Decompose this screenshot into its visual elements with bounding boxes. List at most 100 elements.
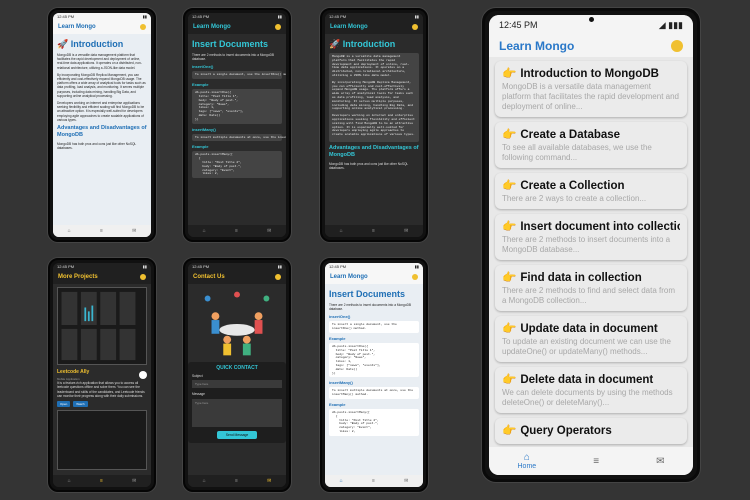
status-time: 12:45 PM bbox=[499, 20, 538, 30]
topic-card-description: We can delete documents by using the met… bbox=[502, 388, 673, 407]
topic-title-text: Insert document into collection bbox=[520, 221, 680, 233]
bottom-nav: ⌂ Home ≡ ✉ bbox=[489, 447, 693, 475]
insert-intro: There are 2 methods to insert documents … bbox=[329, 303, 412, 312]
app-bar: Learn Mongo bbox=[188, 20, 286, 34]
mail-icon: ✉ bbox=[656, 455, 665, 467]
contact-form: QUICK CONTACT Subject Type here Message … bbox=[188, 362, 286, 443]
moon-icon[interactable] bbox=[140, 274, 146, 280]
phone-projects-dark: 12:45 PM ▮▮ More Projects Leetcode Ally M… bbox=[48, 258, 156, 492]
home-icon[interactable]: ⌂ bbox=[68, 478, 71, 484]
topic-card[interactable]: 👉 Query Operators bbox=[495, 418, 687, 444]
example-label: Example bbox=[192, 82, 209, 88]
topic-card[interactable]: 👉 Introduction to MongoDB MongoDB is a ver… bbox=[495, 61, 687, 117]
moon-icon[interactable] bbox=[412, 24, 418, 30]
moon-icon[interactable] bbox=[275, 24, 281, 30]
database-icon[interactable]: ≡ bbox=[235, 478, 238, 484]
app-bar: Learn Mongo bbox=[53, 20, 151, 34]
projects-content: Leetcode Ally Mobile Application It is a… bbox=[53, 284, 151, 475]
database-icon[interactable]: ≡ bbox=[235, 228, 238, 234]
topic-card-description: There are 2 methods to find and select d… bbox=[502, 286, 675, 305]
status-bar: 12:45 PM ▮▮ bbox=[325, 263, 423, 270]
pointing-hand-icon: 👉 bbox=[502, 129, 517, 141]
home-icon[interactable]: ⌂ bbox=[203, 478, 206, 484]
phone-insert-light: 12:45 PM ▮▮ Learn Mongo Insert Documents … bbox=[320, 258, 428, 492]
signal-wifi-battery-icon: ◢ ▮▮▮ bbox=[658, 19, 683, 30]
message-input[interactable]: Type here bbox=[192, 398, 282, 427]
phone-contact-dark: 12:45 PM ▮▮ Contact Us QUICK CONTACT Subj bbox=[183, 258, 291, 492]
app-bar: Contact Us bbox=[188, 270, 286, 284]
database-icon: ≡ bbox=[593, 455, 600, 467]
intro-content: 🚀 Introduction MongoDB is a versatile da… bbox=[53, 34, 151, 225]
phone-home-large: 12:45 PM ◢ ▮▮▮ Learn Mongo 👉 Introduction… bbox=[482, 8, 700, 482]
home-icon[interactable]: ⌂ bbox=[68, 228, 71, 234]
intro-heading: 🚀 Introduction bbox=[57, 39, 147, 50]
watch-button[interactable]: Watch bbox=[73, 401, 88, 408]
insert-content: Insert Documents There are 2 methods to … bbox=[325, 284, 423, 475]
mail-icon[interactable]: ✉ bbox=[404, 478, 408, 484]
nav-projects[interactable]: ≡ bbox=[593, 456, 599, 467]
mail-icon[interactable]: ✉ bbox=[404, 228, 408, 234]
mail-icon[interactable]: ✉ bbox=[267, 228, 271, 234]
topic-card-title: 👉 Insert document into collection bbox=[502, 219, 680, 235]
app-title: Learn Mongo bbox=[330, 24, 368, 30]
insertmany-code: db.posts.insertMany([ { title: "Post Tit… bbox=[192, 151, 282, 179]
intro-paragraph-3: Developers working on internet and enter… bbox=[57, 101, 145, 122]
home-icon[interactable]: ⌂ bbox=[340, 228, 343, 234]
moon-icon[interactable] bbox=[412, 274, 418, 280]
insertone-code: db.posts.insertOne({ title: "Post Title … bbox=[329, 343, 419, 378]
send-message-button[interactable]: Send Message bbox=[217, 430, 257, 439]
project-description: It is a feature-rich application that al… bbox=[57, 381, 145, 398]
topic-title-text: Update data in document bbox=[520, 323, 658, 335]
database-icon[interactable]: ≡ bbox=[100, 478, 103, 484]
nav-contact[interactable]: ✉ bbox=[656, 456, 664, 467]
topic-card[interactable]: 👉 Create a Collection There are 2 ways to … bbox=[495, 173, 687, 209]
topic-card-description: There are 2 ways to create a collection.… bbox=[502, 194, 647, 203]
intro-heading: 🚀 Introduction bbox=[329, 39, 419, 50]
topic-card[interactable]: 👉 Create a Database To see all available d… bbox=[495, 122, 687, 168]
moon-icon[interactable] bbox=[671, 40, 683, 52]
app-bar: Learn Mongo bbox=[325, 270, 423, 284]
intro-paragraph-1: MongoDB is a versatile data management p… bbox=[57, 53, 142, 70]
example-label: Example bbox=[329, 336, 346, 341]
app-title: Learn Mongo bbox=[193, 24, 231, 30]
database-icon[interactable]: ≡ bbox=[372, 478, 375, 484]
subject-input[interactable]: Type here bbox=[192, 380, 282, 389]
project-screenshot-2[interactable] bbox=[57, 410, 147, 471]
topic-card[interactable]: 👉 Find data in collection There are 2 meth… bbox=[495, 265, 687, 311]
home-icon[interactable]: ⌂ bbox=[340, 478, 343, 484]
team-illustration-icon bbox=[204, 291, 270, 356]
contact-content: QUICK CONTACT Subject Type here Message … bbox=[188, 284, 286, 475]
mail-icon[interactable]: ✉ bbox=[267, 478, 271, 484]
insertone-heading: insertOne() bbox=[192, 64, 214, 70]
form-title: QUICK CONTACT bbox=[216, 365, 258, 371]
bottom-nav: ⌂ ≡ ✉ bbox=[188, 225, 286, 237]
insert-heading: Insert Documents bbox=[192, 39, 269, 49]
database-icon[interactable]: ≡ bbox=[372, 228, 375, 234]
topic-card[interactable]: 👉 Insert document into collection There ar… bbox=[495, 214, 687, 260]
moon-icon[interactable] bbox=[275, 274, 281, 280]
phone-introduction-light: 12:45 PM ▮▮ Learn Mongo 🚀 Introduction Mo… bbox=[48, 8, 156, 242]
project-screenshot[interactable] bbox=[57, 287, 147, 365]
mail-icon[interactable]: ✉ bbox=[132, 228, 136, 234]
moon-icon[interactable] bbox=[140, 24, 146, 30]
phone-introduction-dark: 12:45 PM ▮▮ Learn Mongo 🚀 Introduction Mo… bbox=[320, 8, 428, 242]
bottom-nav: ⌂ ≡ ✉ bbox=[53, 225, 151, 237]
app-bar: Learn Mongo bbox=[489, 35, 693, 57]
open-button[interactable]: Open bbox=[57, 401, 71, 408]
contact-illustration bbox=[188, 284, 286, 362]
database-icon[interactable]: ≡ bbox=[100, 228, 103, 234]
signal-icon: ▮▮ bbox=[414, 264, 419, 269]
topic-card[interactable]: 👉 Update data in document To update an exi… bbox=[495, 316, 687, 362]
topic-card-description: MongoDB is a versatile data management p… bbox=[502, 82, 679, 111]
nav-home[interactable]: ⌂ Home bbox=[518, 452, 537, 470]
pointing-hand-icon: 👉 bbox=[502, 425, 517, 437]
insertone-heading: insertOne() bbox=[329, 314, 351, 320]
status-time: 12:45 PM bbox=[192, 264, 210, 269]
mail-icon[interactable]: ✉ bbox=[132, 478, 136, 484]
home-icon[interactable]: ⌂ bbox=[203, 228, 206, 234]
intro-block: MongoDB is a versatile data management p… bbox=[329, 53, 419, 142]
topic-card[interactable]: 👉 Delete data in document We can delete do… bbox=[495, 367, 687, 413]
app-bar: More Projects bbox=[53, 270, 151, 284]
github-icon[interactable] bbox=[139, 370, 147, 379]
phone-insert-dark: 12:45 PM ▮▮ Learn Mongo Insert Documents … bbox=[183, 8, 291, 242]
